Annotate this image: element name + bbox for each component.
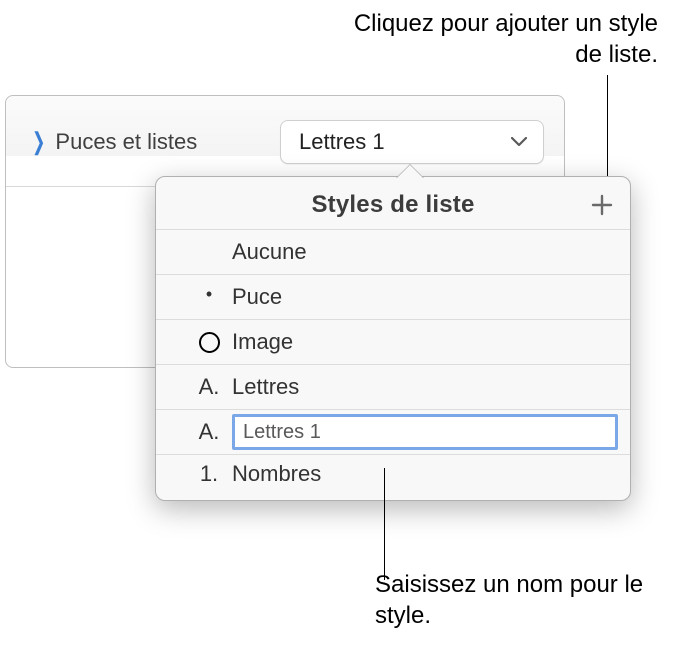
annotation-enter-name: Saisissez un nom pour le style. <box>375 569 655 631</box>
list-styles-popover: Styles de liste Aucune • Puce Image A. L… <box>155 176 631 501</box>
list-item-label: Image <box>232 329 293 355</box>
popover-title: Styles de liste <box>311 191 474 219</box>
chevron-down-icon <box>511 137 527 147</box>
callout-line <box>384 468 385 580</box>
list-item-label: Nombres <box>232 461 321 487</box>
letter-marker-icon: A. <box>192 419 226 445</box>
list-item[interactable]: • Puce <box>156 275 630 320</box>
bullets-lists-label: Puces et listes <box>55 129 280 155</box>
list-item[interactable]: Image <box>156 320 630 365</box>
list-item[interactable]: A. Lettres <box>156 365 630 410</box>
list-style-name-input[interactable] <box>232 414 618 450</box>
annotation-add-style: Cliquez pour ajouter un style de liste. <box>338 8 658 70</box>
list-item-editing: A. <box>156 410 630 455</box>
list-item-label: Puce <box>232 284 282 310</box>
list-styles-list: Aucune • Puce Image A. Lettres A. 1. Nom… <box>156 229 630 500</box>
list-item[interactable]: Aucune <box>156 230 630 275</box>
disclosure-chevron-icon[interactable]: ❯ <box>32 127 45 157</box>
bullet-icon: • <box>192 284 226 305</box>
image-bullet-icon <box>199 332 220 353</box>
list-item-label: Lettres <box>232 374 299 400</box>
list-style-dropdown[interactable]: Lettres 1 <box>280 120 544 164</box>
list-item[interactable]: 1. Nombres <box>156 455 630 500</box>
plus-icon <box>591 194 613 216</box>
number-marker-icon: 1. <box>192 461 226 487</box>
letter-marker-icon: A. <box>192 374 226 400</box>
popover-header: Styles de liste <box>156 177 630 229</box>
add-list-style-button[interactable] <box>588 191 616 219</box>
list-item-label: Aucune <box>232 239 307 265</box>
list-style-dropdown-value: Lettres 1 <box>299 129 385 155</box>
